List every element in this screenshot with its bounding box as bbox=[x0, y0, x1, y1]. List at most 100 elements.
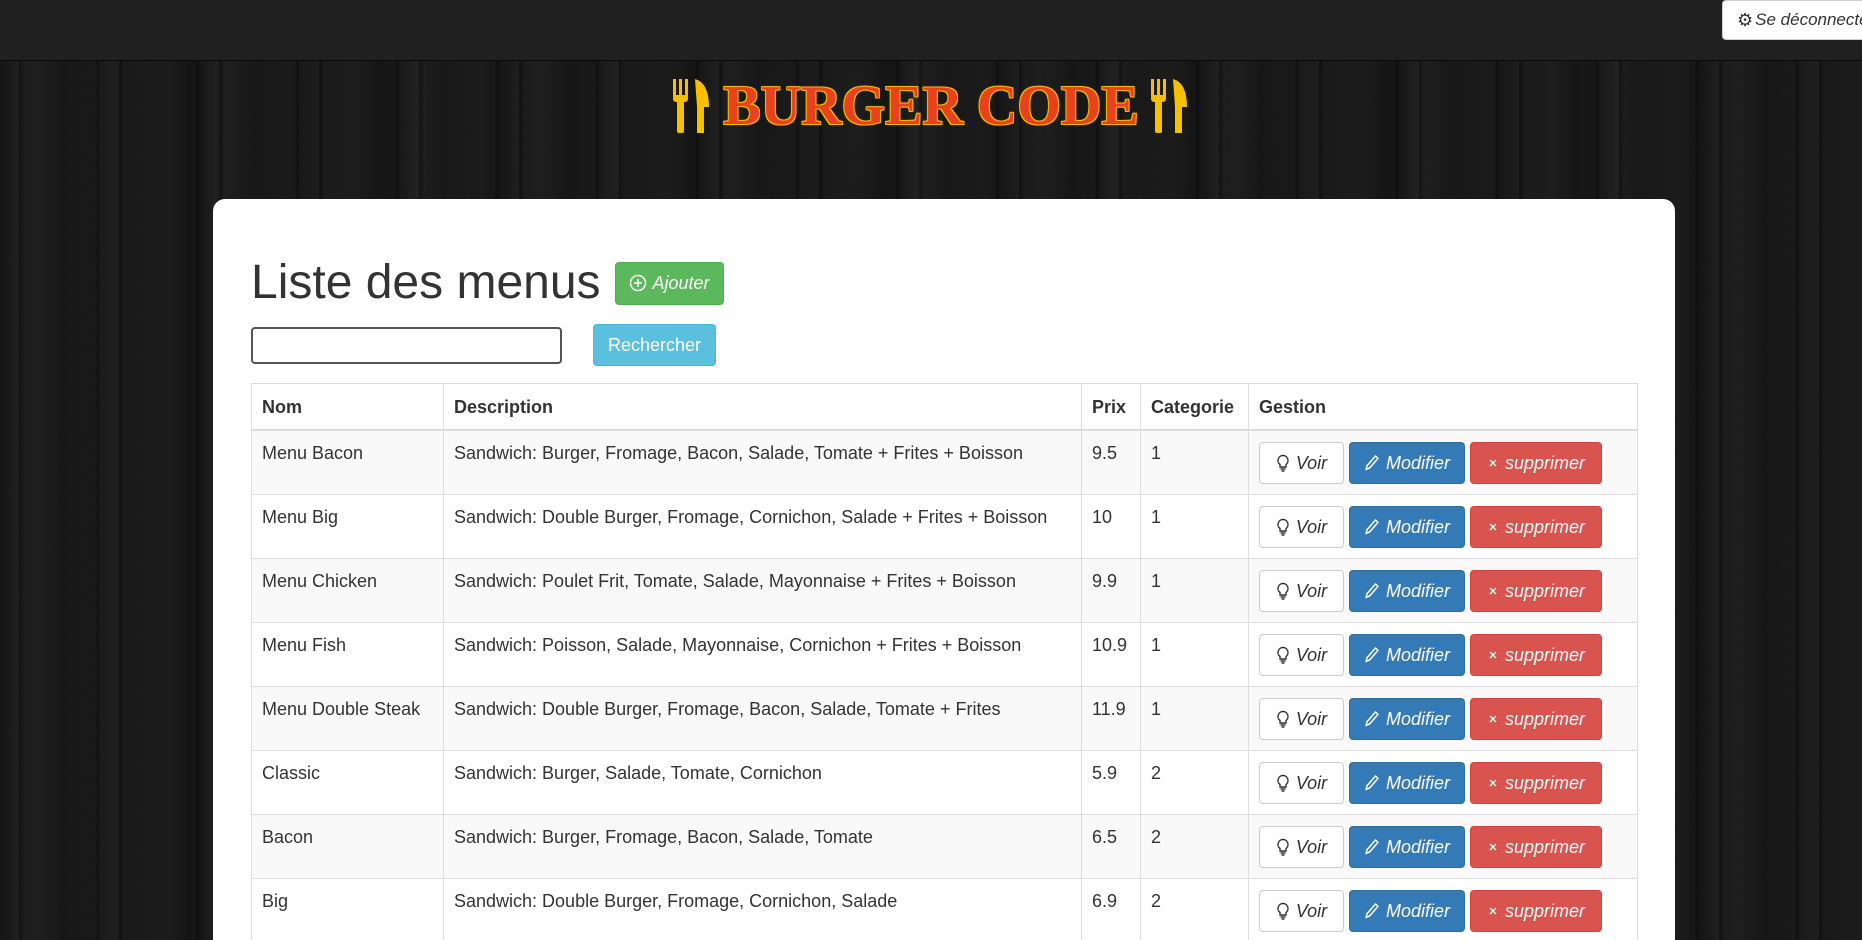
search-button[interactable]: Rechercher bbox=[593, 324, 716, 366]
cell-prix: 5.9 bbox=[1081, 750, 1141, 815]
view-button-label: Voir bbox=[1295, 580, 1328, 601]
edit-button[interactable]: Modifier bbox=[1349, 890, 1465, 932]
lightbulb-icon bbox=[1276, 902, 1290, 920]
table-row: Classic Sandwich: Burger, Salade, Tomate… bbox=[251, 750, 1638, 815]
search-form: Rechercher bbox=[251, 324, 716, 366]
search-input[interactable] bbox=[251, 326, 562, 364]
view-button[interactable]: Voir bbox=[1259, 762, 1344, 804]
table-row: Menu Big Sandwich: Double Burger, Fromag… bbox=[251, 494, 1638, 559]
column-header-description: Description bbox=[443, 383, 1082, 431]
view-button-label: Voir bbox=[1295, 836, 1328, 857]
cell-categorie: 1 bbox=[1140, 494, 1249, 559]
edit-button-label: Modifier bbox=[1385, 836, 1451, 857]
view-button[interactable]: Voir bbox=[1259, 826, 1344, 868]
cell-description: Sandwich: Double Burger, Fromage, Cornic… bbox=[443, 878, 1082, 940]
delete-button-label: supprimer bbox=[1504, 836, 1586, 857]
edit-button[interactable]: Modifier bbox=[1349, 762, 1465, 804]
cell-categorie: 1 bbox=[1140, 622, 1249, 687]
delete-button-label: supprimer bbox=[1504, 900, 1586, 921]
lightbulb-icon bbox=[1276, 582, 1290, 600]
lightbulb-icon bbox=[1276, 838, 1290, 856]
view-button[interactable]: Voir bbox=[1259, 634, 1344, 676]
brand-header: BURGER CODE bbox=[0, 68, 1862, 144]
delete-button-label: supprimer bbox=[1504, 580, 1586, 601]
brand-title: BURGER CODE bbox=[723, 75, 1139, 137]
cell-nom: Big bbox=[251, 878, 444, 940]
column-header-categorie: Categorie bbox=[1140, 383, 1249, 431]
cell-prix: 10 bbox=[1081, 494, 1141, 559]
table-row: Big Sandwich: Double Burger, Fromage, Co… bbox=[251, 878, 1638, 940]
delete-button-label: supprimer bbox=[1504, 516, 1586, 537]
plus-circle-icon bbox=[629, 274, 647, 292]
delete-button[interactable]: supprimer bbox=[1470, 442, 1602, 484]
add-button[interactable]: Ajouter bbox=[614, 261, 724, 305]
view-button-label: Voir bbox=[1295, 708, 1328, 729]
delete-button[interactable]: supprimer bbox=[1470, 570, 1602, 612]
edit-button[interactable]: Modifier bbox=[1349, 442, 1465, 484]
delete-button-label: supprimer bbox=[1504, 772, 1586, 793]
view-button[interactable]: Voir bbox=[1259, 506, 1344, 548]
delete-button[interactable]: supprimer bbox=[1470, 634, 1602, 676]
view-button[interactable]: Voir bbox=[1259, 698, 1344, 740]
delete-button[interactable]: supprimer bbox=[1470, 890, 1602, 932]
lightbulb-icon bbox=[1276, 646, 1290, 664]
logout-label: Se déconnecter bbox=[1755, 10, 1862, 29]
edit-button-label: Modifier bbox=[1385, 516, 1451, 537]
delete-button[interactable]: supprimer bbox=[1470, 506, 1602, 548]
delete-button-label: supprimer bbox=[1504, 644, 1586, 665]
pencil-icon bbox=[1364, 710, 1380, 728]
delete-button[interactable]: supprimer bbox=[1470, 762, 1602, 804]
close-icon bbox=[1487, 585, 1499, 597]
cutlery-icon bbox=[671, 77, 713, 135]
cell-prix: 11.9 bbox=[1081, 686, 1141, 751]
table-header-row: Nom Description Prix Categorie Gestion bbox=[251, 383, 1638, 431]
cell-categorie: 2 bbox=[1140, 814, 1249, 879]
cell-description: Sandwich: Double Burger, Fromage, Cornic… bbox=[443, 494, 1082, 559]
menu-table: Nom Description Prix Categorie Gestion M… bbox=[251, 383, 1638, 940]
column-header-prix: Prix bbox=[1081, 383, 1141, 431]
top-navbar: ⚙ Se déconnecter bbox=[0, 0, 1862, 61]
cell-prix: 9.5 bbox=[1081, 429, 1141, 495]
cell-gestion: Voir Modifier supprimer bbox=[1248, 686, 1638, 751]
view-button-label: Voir bbox=[1295, 452, 1328, 473]
logout-button[interactable]: ⚙ Se déconnecter bbox=[1722, 0, 1862, 40]
view-button-label: Voir bbox=[1295, 644, 1328, 665]
table-row: Menu Chicken Sandwich: Poulet Frit, Toma… bbox=[251, 558, 1638, 623]
lightbulb-icon bbox=[1276, 774, 1290, 792]
delete-button[interactable]: supprimer bbox=[1470, 698, 1602, 740]
pencil-icon bbox=[1364, 774, 1380, 792]
edit-button[interactable]: Modifier bbox=[1349, 698, 1465, 740]
cell-gestion: Voir Modifier supprimer bbox=[1248, 878, 1638, 940]
cutlery-icon bbox=[1149, 77, 1191, 135]
lightbulb-icon bbox=[1276, 454, 1290, 472]
table-row: Menu Fish Sandwich: Poisson, Salade, May… bbox=[251, 622, 1638, 687]
cell-nom: Menu Double Steak bbox=[251, 686, 444, 751]
edit-button[interactable]: Modifier bbox=[1349, 634, 1465, 676]
view-button[interactable]: Voir bbox=[1259, 442, 1344, 484]
edit-button-label: Modifier bbox=[1385, 580, 1451, 601]
column-header-gestion: Gestion bbox=[1248, 383, 1638, 431]
edit-button[interactable]: Modifier bbox=[1349, 570, 1465, 612]
delete-button[interactable]: supprimer bbox=[1470, 826, 1602, 868]
table-row: Bacon Sandwich: Burger, Fromage, Bacon, … bbox=[251, 814, 1638, 879]
close-icon bbox=[1487, 905, 1499, 917]
edit-button-label: Modifier bbox=[1385, 772, 1451, 793]
pencil-icon bbox=[1364, 838, 1380, 856]
edit-button-label: Modifier bbox=[1385, 452, 1451, 473]
cell-nom: Menu Bacon bbox=[251, 429, 444, 495]
edit-button-label: Modifier bbox=[1385, 900, 1451, 921]
view-button[interactable]: Voir bbox=[1259, 570, 1344, 612]
cell-description: Sandwich: Double Burger, Fromage, Bacon,… bbox=[443, 686, 1082, 751]
pencil-icon bbox=[1364, 454, 1380, 472]
edit-button-label: Modifier bbox=[1385, 708, 1451, 729]
view-button[interactable]: Voir bbox=[1259, 890, 1344, 932]
table-row: Menu Double Steak Sandwich: Double Burge… bbox=[251, 686, 1638, 751]
edit-button[interactable]: Modifier bbox=[1349, 506, 1465, 548]
lightbulb-icon bbox=[1276, 710, 1290, 728]
cell-gestion: Voir Modifier supprimer bbox=[1248, 429, 1638, 495]
cell-nom: Bacon bbox=[251, 814, 444, 879]
cell-description: Sandwich: Poulet Frit, Tomate, Salade, M… bbox=[443, 558, 1082, 623]
table-row: Menu Bacon Sandwich: Burger, Fromage, Ba… bbox=[251, 429, 1638, 495]
edit-button[interactable]: Modifier bbox=[1349, 826, 1465, 868]
pencil-icon bbox=[1364, 646, 1380, 664]
